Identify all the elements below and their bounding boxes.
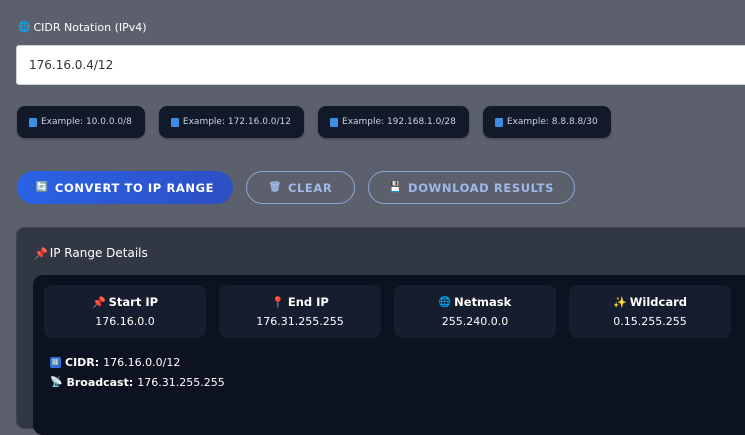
netmask-heading: 🌐 Netmask: [439, 295, 512, 309]
broadcast-icon: 📡: [50, 377, 63, 388]
results-title-text: IP Range Details: [49, 246, 148, 260]
cidr-info-value: 176.16.0.0/12: [103, 356, 181, 369]
wildcard-heading: ✨ Wildcard: [613, 295, 687, 309]
netmask-card: 🌐 Netmask 255.240.0.0: [394, 285, 556, 338]
example-chip[interactable]: Example: 10.0.0.0/8: [17, 106, 145, 138]
end-ip-value: 176.31.255.255: [256, 315, 344, 328]
pushpin-icon: 📌: [34, 246, 48, 260]
end-ip-label: End IP: [287, 295, 329, 309]
globe-icon: 🌐: [18, 22, 31, 33]
clear-button-label: CLEAR: [287, 180, 333, 195]
example-chip-label: Example: 192.168.1.0/28: [342, 117, 456, 127]
cidr-label-text: CIDR Notation (IPv4): [33, 21, 147, 34]
start-ip-card: 📌 Start IP 176.16.0.0: [44, 285, 206, 338]
start-ip-heading: 📌 Start IP: [92, 295, 158, 309]
wildcard-card: ✨ Wildcard 0.15.255.255: [569, 285, 731, 338]
convert-button[interactable]: 🔄 CONVERT TO IP RANGE: [17, 171, 233, 204]
floppy-disk-icon: 💾: [388, 182, 403, 193]
netmask-label: Netmask: [454, 295, 512, 309]
example-chip[interactable]: Example: 8.8.8.8/30: [482, 106, 611, 138]
example-chip[interactable]: Example: 172.16.0.0/12: [158, 106, 305, 138]
cidr-label: 🌐 CIDR Notation (IPv4): [18, 21, 147, 34]
example-chips: Example: 10.0.0.0/8 Example: 172.16.0.0/…: [17, 106, 611, 138]
cidr-info: 🔢 CIDR: 176.16.0.0/12: [50, 356, 180, 369]
trash-icon: 🗑: [268, 182, 282, 193]
end-ip-card: 📍 End IP 176.31.255.255: [219, 285, 381, 338]
broadcast-info: 📡 Broadcast: 176.31.255.255: [50, 376, 225, 389]
example-chip[interactable]: Example: 192.168.1.0/28: [318, 106, 469, 138]
clear-button[interactable]: 🗑 CLEAR: [246, 171, 355, 204]
results-title: 📌 IP Range Details: [34, 246, 148, 260]
map-pin-icon: 📍: [271, 295, 285, 309]
book-icon: [330, 117, 339, 127]
results-panel: 📌 IP Range Details 📌 Start IP 176.16.0.0…: [16, 227, 745, 435]
start-ip-label: Start IP: [108, 295, 159, 309]
example-chip-label: Example: 10.0.0.0/8: [41, 117, 132, 127]
book-icon: [29, 117, 37, 127]
numbers-icon: 🔢: [50, 357, 61, 368]
netmask-value: 255.240.0.0: [441, 315, 509, 328]
sparkles-icon: ✨: [613, 295, 627, 309]
example-chip-label: Example: 8.8.8.8/30: [506, 117, 598, 127]
download-button[interactable]: 💾 DOWNLOAD RESULTS: [368, 171, 575, 204]
example-chip-label: Example: 172.16.0.0/12: [182, 117, 292, 127]
refresh-icon: 🔄: [35, 182, 49, 193]
book-icon: [494, 117, 503, 127]
end-ip-heading: 📍 End IP: [271, 295, 329, 309]
broadcast-info-value: 176.31.255.255: [137, 376, 225, 389]
convert-button-label: CONVERT TO IP RANGE: [54, 180, 215, 195]
download-button-label: DOWNLOAD RESULTS: [408, 180, 554, 195]
book-icon: [170, 117, 179, 127]
wildcard-value: 0.15.255.255: [613, 315, 687, 328]
results-details: 📌 Start IP 176.16.0.0 📍 End IP 176.31.25…: [33, 275, 745, 435]
broadcast-info-label: Broadcast:: [66, 376, 134, 389]
cidr-input[interactable]: [16, 45, 745, 85]
wildcard-label: Wildcard: [629, 295, 687, 309]
cidr-info-label: CIDR:: [65, 356, 100, 369]
pushpin-icon: 📌: [91, 295, 106, 309]
start-ip-value: 176.16.0.0: [95, 315, 155, 328]
globe-icon: 🌐: [438, 296, 452, 308]
